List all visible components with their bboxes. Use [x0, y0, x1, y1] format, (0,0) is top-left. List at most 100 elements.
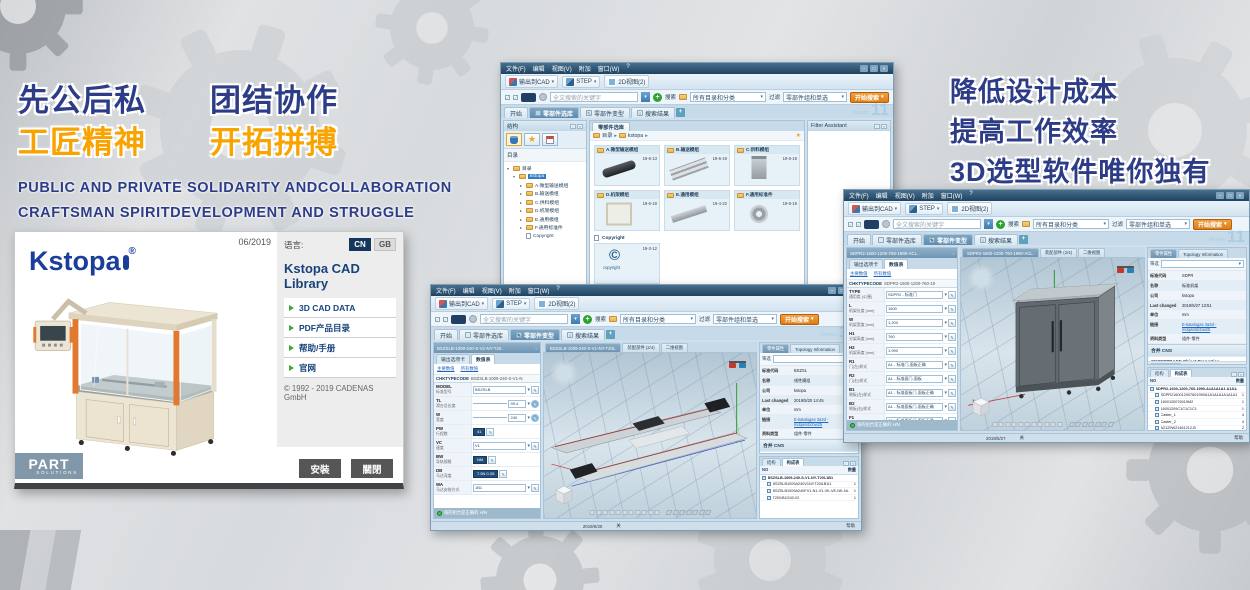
language-gb-button[interactable]: GB: [374, 238, 396, 251]
main-values-link[interactable]: 主要数值: [850, 271, 868, 277]
breadcrumb-vendor[interactable]: kstopa: [628, 133, 643, 139]
part-filter-select[interactable]: 零部件组和单选▾: [713, 314, 777, 324]
dock-icon[interactable]: ▫: [570, 124, 576, 129]
tree-item[interactable]: ▸ B.输送模组: [505, 190, 585, 199]
bom-row[interactable]: A2129W21461212-B 2: [1148, 426, 1246, 430]
maximize-button[interactable]: □: [870, 65, 878, 72]
bom-table-tab[interactable]: 构成表: [782, 458, 805, 466]
installer-menu-item[interactable]: PDF产品目录: [284, 318, 396, 338]
catalog-card[interactable]: C.供料模组 19-6-19: [734, 145, 800, 186]
tree-item[interactable]: Copyright: [505, 232, 585, 241]
parameter-value-input[interactable]: 1600: [886, 305, 943, 313]
expander-icon[interactable]: ▸: [520, 217, 524, 222]
properties-tab[interactable]: 零件属性: [1150, 249, 1177, 258]
maximize-button[interactable]: □: [1226, 192, 1234, 199]
status-help[interactable]: 帮助: [1234, 435, 1243, 441]
tree-item[interactable]: ▸ E.通用模组: [505, 215, 585, 224]
merge-cns-header[interactable]: 合并 CNS: [1148, 344, 1246, 356]
close-button[interactable]: 關閉: [351, 459, 393, 478]
menu-item[interactable]: 文件(F): [849, 191, 869, 200]
edit-parameter-button[interactable]: ✎: [499, 470, 507, 478]
parameter-value-input[interactable]: 760: [886, 333, 943, 341]
parameter-value-input[interactable]: A1 - 标准面板门-面板正确: [886, 403, 943, 411]
2d-view-button[interactable]: 2D视图(2): [947, 202, 992, 215]
viewport-toolbar[interactable]: [992, 422, 1113, 427]
parameter-value-input[interactable]: 1B1: [473, 484, 526, 492]
tab-search-results[interactable]: ○搜索结果: [561, 329, 605, 340]
search-options-icon[interactable]: [882, 220, 890, 228]
catalog-scope-select[interactable]: 所有目录和分类▾: [690, 92, 766, 102]
export-to-cad-button[interactable]: 输出到CAD▾: [505, 75, 558, 88]
start-search-button[interactable]: 开始搜索▾: [780, 314, 819, 325]
tab-part-variation[interactable]: ✎零部件变型: [580, 107, 630, 118]
output-options-tab[interactable]: 输出选项卡: [436, 354, 470, 364]
edit-parameter-button[interactable]: ✎: [948, 291, 956, 299]
parameter-value-input[interactable]: 7.5N 0.05: [473, 470, 498, 478]
parameter-value-input[interactable]: V1: [473, 442, 526, 450]
menu-item[interactable]: 附加: [579, 64, 591, 73]
menu-item[interactable]: 文件(F): [506, 64, 526, 73]
bom-table-tab[interactable]: 构成表: [1170, 369, 1193, 377]
fulltext-search-input[interactable]: 全文搜索的关键字: [480, 314, 568, 324]
view-cube[interactable]: [969, 394, 993, 418]
catalog-card[interactable]: E.通用模组 19-4-22: [664, 190, 730, 231]
start-search-button[interactable]: 开始搜索▾: [1193, 219, 1232, 230]
search-checkbox[interactable]: ✓: [435, 317, 440, 322]
output-options-tab[interactable]: 输出选项卡: [849, 259, 883, 269]
close-panel-icon[interactable]: ×: [577, 124, 583, 129]
value-table-tab[interactable]: 数值表: [471, 354, 495, 364]
tab-part-selection[interactable]: 零部件选库: [459, 329, 509, 340]
tab-start[interactable]: 开始: [847, 234, 871, 245]
parameter-value-input[interactable]: SDPR2 - 标准门: [886, 291, 943, 299]
tree-item[interactable]: ▾ kstopa: [505, 173, 585, 182]
status-help[interactable]: 帮助: [846, 523, 855, 529]
edit-parameter-button[interactable]: ✎: [948, 389, 956, 397]
menu-item[interactable]: ?: [969, 191, 972, 200]
copyright-card[interactable]: © copyright 19-3-12: [594, 243, 660, 284]
expander-icon[interactable]: ▾: [513, 174, 517, 179]
search-checkbox-2[interactable]: ✓: [513, 95, 518, 100]
edit-parameter-button[interactable]: ✎: [531, 442, 539, 450]
bom-row[interactable]: Caster_2 4: [1148, 419, 1246, 426]
export-to-cad-button[interactable]: 输出到CAD▾: [435, 297, 488, 310]
minimize-button[interactable]: –: [828, 287, 836, 294]
catalog-card[interactable]: A.微型输送模组 19-6-13: [594, 145, 660, 186]
3d-glasses-icon[interactable]: [729, 361, 746, 367]
catalog-scope-select[interactable]: 所有目录和分类▾: [1033, 219, 1109, 229]
install-button[interactable]: 安裝: [299, 459, 341, 478]
search-checkbox[interactable]: ✓: [505, 95, 510, 100]
export-to-cad-button[interactable]: 输出到CAD▾: [848, 202, 901, 215]
menu-item[interactable]: 文件(F): [436, 286, 456, 295]
add-search-button[interactable]: +: [583, 315, 592, 324]
menu-item[interactable]: ?: [626, 64, 629, 73]
view-cube[interactable]: [552, 482, 576, 506]
close-panel-icon[interactable]: ×: [881, 124, 887, 129]
bom-row[interactable]: Caster_1 4: [1148, 412, 1246, 419]
bom-structure-tab[interactable]: 结构: [762, 458, 781, 466]
installer-menu-item[interactable]: 官网: [284, 358, 396, 378]
breadcrumb-root[interactable]: 目录: [602, 132, 612, 139]
3d-viewport[interactable]: X: [960, 257, 1145, 431]
2d-view-button[interactable]: 2D视图(2): [534, 297, 579, 310]
property-filter-select[interactable]: ▾: [1161, 260, 1244, 268]
menu-item[interactable]: 窗口(W): [598, 64, 620, 73]
search-dropdown-button[interactable]: ▾: [571, 314, 580, 324]
menu-item[interactable]: 附加: [922, 191, 934, 200]
search-mode-toggle[interactable]: [521, 93, 536, 102]
bom-row[interactable]: 1600120076019M2 1: [1148, 399, 1246, 406]
search-checkbox-2[interactable]: ✓: [856, 222, 861, 227]
catalog-scope-select[interactable]: 所有目录和分类▾: [620, 314, 696, 324]
parameter-value-input[interactable]: 41: [473, 428, 485, 436]
expander-icon[interactable]: ▸: [520, 191, 524, 196]
all-values-link[interactable]: 所有数值: [461, 366, 479, 372]
properties-tab[interactable]: 零件属性: [762, 344, 789, 353]
installer-menu-item[interactable]: 3D CAD DATA: [284, 298, 396, 318]
bom-row[interactable]: SDPR2160012007601990A1A1A1A1A1A1A1 1: [1148, 393, 1246, 400]
minimize-button[interactable]: –: [1216, 192, 1224, 199]
edit-parameter-button[interactable]: ✎: [948, 375, 956, 383]
new-tab-button[interactable]: +: [676, 108, 685, 117]
edit-parameter-button[interactable]: ✎: [948, 305, 956, 313]
model-view-tab[interactable]: BSZSLB-1009-240-S-V1-NY-T20L.: [545, 343, 621, 352]
expander-icon[interactable]: ▸: [520, 183, 524, 188]
bom-row[interactable]: BSZSLB-1009-240-S-V1-NY-T20l-1B1: [760, 475, 858, 482]
